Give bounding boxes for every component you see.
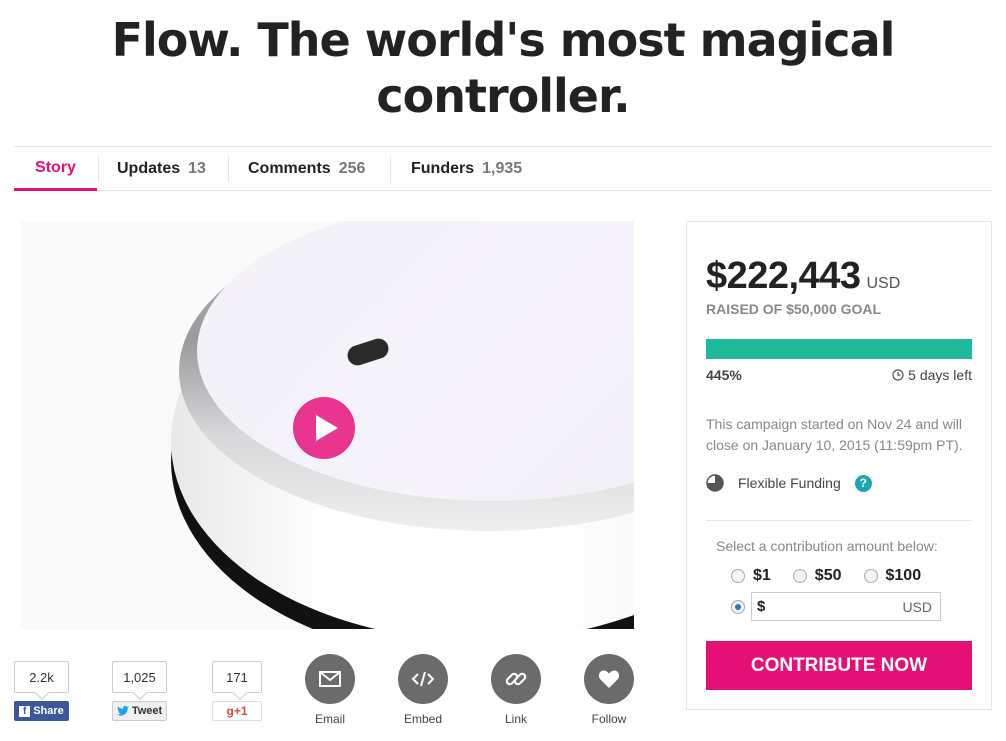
raised-amount-value: $222,443 xyxy=(706,255,861,297)
tab-story-label: Story xyxy=(35,158,76,176)
play-icon xyxy=(315,415,338,441)
tweet-label: Tweet xyxy=(131,705,163,717)
goal-text: RAISED OF $50,000 GOAL xyxy=(706,301,882,317)
radio-button[interactable] xyxy=(863,569,878,583)
facebook-share: 2.2k f Share xyxy=(14,661,69,721)
heart-icon xyxy=(598,670,620,688)
facebook-icon: f xyxy=(19,705,31,717)
link-icon xyxy=(505,672,527,686)
email-action[interactable]: Email xyxy=(300,654,360,726)
tab-funders-label: Funders xyxy=(411,160,475,177)
time-left: 5 days left xyxy=(892,367,972,383)
amount-option-label: $1 xyxy=(753,567,771,584)
play-button[interactable] xyxy=(293,397,355,459)
campaign-panel: $222,443 USD RAISED OF $50,000 GOAL 445% … xyxy=(686,221,992,710)
gplus-button[interactable]: g+1 xyxy=(212,701,262,721)
code-icon xyxy=(411,671,435,687)
link-label: Link xyxy=(504,712,527,726)
page-title: Flow. The world's most magical controlle… xyxy=(111,13,896,123)
gplus-count: 171 xyxy=(212,661,262,693)
amount-option-100[interactable]: $100 xyxy=(863,567,922,585)
amount-option-label: $50 xyxy=(814,567,842,584)
link-button[interactable] xyxy=(491,654,541,704)
amount-option-label: $100 xyxy=(885,567,922,584)
amount-option-50[interactable]: $50 xyxy=(792,567,842,585)
progress-bar xyxy=(706,339,972,359)
facebook-share-label: Share xyxy=(33,705,64,717)
embed-label: Embed xyxy=(403,712,443,726)
pie-chart-icon xyxy=(706,474,724,492)
twitter-count: 1,025 xyxy=(112,661,167,693)
tab-comments[interactable]: Comments 256 xyxy=(248,147,365,191)
tab-comments-count: 256 xyxy=(338,160,366,177)
radio-button[interactable] xyxy=(792,569,807,583)
contribute-button[interactable]: CONTRIBUTE NOW xyxy=(706,641,972,690)
radio-button[interactable] xyxy=(731,569,745,583)
funding-type-label: Flexible Funding xyxy=(738,475,841,491)
custom-amount-radio[interactable] xyxy=(731,599,745,614)
days-left-text: 5 days left xyxy=(908,367,972,383)
campaign-dates: This campaign started on Nov 24 and will… xyxy=(706,416,963,453)
help-icon[interactable]: ? xyxy=(854,474,872,492)
tab-divider xyxy=(98,156,99,182)
follow-action[interactable]: Follow xyxy=(579,654,639,726)
custom-amount-row: $ USD xyxy=(731,592,941,621)
funding-type: Flexible Funding ? xyxy=(706,474,872,492)
tab-updates-label: Updates xyxy=(117,160,181,177)
gplus-share: 171 g+1 xyxy=(212,661,262,721)
tab-divider xyxy=(228,156,229,182)
tab-funders[interactable]: Funders 1,935 xyxy=(411,147,522,191)
embed-action[interactable]: Embed xyxy=(393,654,453,726)
envelope-icon xyxy=(319,671,341,687)
amount-options: $1 $50 $100 xyxy=(731,567,943,585)
custom-amount-symbol: $ xyxy=(757,598,766,615)
percent-funded: 445% xyxy=(706,367,742,383)
tab-funders-count: 1,935 xyxy=(482,160,523,177)
facebook-share-button[interactable]: f Share xyxy=(14,701,69,721)
facebook-count: 2.2k xyxy=(14,661,69,693)
tab-divider xyxy=(390,156,391,182)
tab-bar: Story Updates 13 Comments 256 Funders 1,… xyxy=(14,146,992,191)
twitter-icon xyxy=(116,706,129,716)
email-button[interactable] xyxy=(305,654,355,704)
twitter-share: 1,025 Tweet xyxy=(112,661,167,721)
tweet-button[interactable]: Tweet xyxy=(112,701,167,721)
clock-icon xyxy=(892,369,904,381)
tab-updates-count: 13 xyxy=(188,160,206,177)
tab-comments-label: Comments xyxy=(248,160,331,177)
amount-option-1[interactable]: $1 xyxy=(731,567,771,585)
tab-updates[interactable]: Updates 13 xyxy=(117,147,206,191)
campaign-video[interactable] xyxy=(21,221,634,629)
raised-currency: USD xyxy=(866,275,901,292)
custom-amount-currency: USD xyxy=(902,598,932,615)
email-label: Email xyxy=(314,712,345,726)
tab-story[interactable]: Story xyxy=(14,147,97,191)
follow-button[interactable] xyxy=(584,654,634,704)
divider xyxy=(706,520,972,521)
link-action[interactable]: Link xyxy=(486,654,546,726)
raised-amount: $222,443 USD xyxy=(706,255,900,298)
embed-button[interactable] xyxy=(398,654,448,704)
custom-amount-input[interactable]: $ USD xyxy=(751,592,941,621)
contribution-prompt: Select a contribution amount below: xyxy=(716,538,938,554)
progress-fill xyxy=(706,339,972,359)
follow-label: Follow xyxy=(591,712,627,726)
